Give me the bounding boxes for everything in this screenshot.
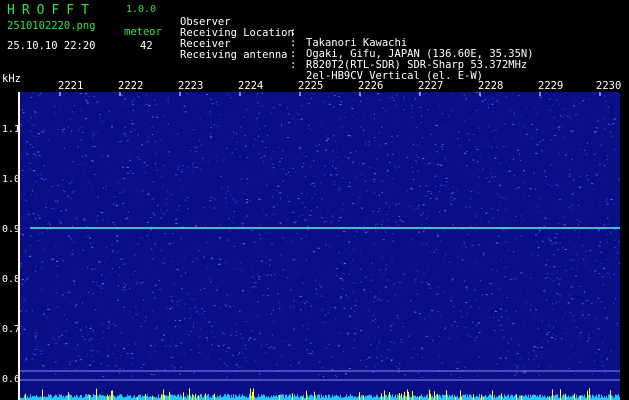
meteor-count-value: 42 bbox=[140, 40, 153, 52]
y-axis-unit: kHz bbox=[2, 73, 21, 85]
info-value: R820T2(RTL-SDR) SDR-Sharp 53.372MHz bbox=[306, 58, 528, 71]
info-value: 2el-HB9CV Vertical (el. E-W) bbox=[306, 69, 484, 82]
info-colon: : bbox=[290, 48, 297, 60]
app-logo: HROFFT bbox=[7, 3, 96, 18]
x-tick-label: 2223 bbox=[178, 80, 204, 92]
info-value: Ogaki, Gifu, JAPAN (136.60E, 35.35N) bbox=[306, 47, 534, 60]
x-tick-label: 2226 bbox=[358, 80, 384, 92]
x-tick-label: 2229 bbox=[538, 80, 564, 92]
info-colon: : bbox=[290, 37, 297, 49]
x-tick-label: 2230 bbox=[596, 80, 622, 92]
x-tick-label: 2227 bbox=[418, 80, 444, 92]
spectrogram-plot bbox=[20, 92, 620, 400]
x-tick-label: 2221 bbox=[58, 80, 84, 92]
info-key: Receiving antenna bbox=[180, 48, 288, 61]
capture-datetime: 25.10.10 22:20 bbox=[7, 40, 96, 52]
x-tick-label: 2225 bbox=[298, 80, 324, 92]
app-version: 1.0.0 bbox=[126, 4, 157, 15]
hrofft-window: HROFFT 1.0.0 2510102220.png meteor 25.10… bbox=[0, 0, 629, 400]
meteor-count-label: meteor bbox=[124, 26, 162, 38]
spectrogram-background bbox=[20, 92, 620, 400]
x-tick-label: 2228 bbox=[478, 80, 504, 92]
x-tick-label: 2224 bbox=[238, 80, 264, 92]
info-colon: : bbox=[290, 59, 297, 71]
image-filename: 2510102220.png bbox=[7, 20, 96, 32]
info-value: Takanori Kawachi bbox=[306, 36, 408, 49]
x-tick-label: 2222 bbox=[118, 80, 144, 92]
